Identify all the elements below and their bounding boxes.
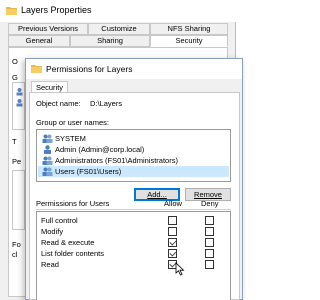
permission-name: Read	[41, 260, 59, 269]
list-item-system[interactable]: SYSTEM	[38, 133, 229, 144]
to-change-fragment: T	[12, 137, 17, 146]
permissions-table: Full control Modify Read & execute List …	[36, 211, 231, 300]
permissions-dialog: Permissions for Layers Security Object n…	[25, 58, 243, 300]
security-tab-panel: Object name: D:\Layers Group or user nam…	[29, 92, 240, 300]
dialog-title: Permissions for Layers	[46, 64, 133, 74]
permissions-dialog-titlebar[interactable]: Permissions for Layers	[26, 59, 242, 79]
user-group-icon	[42, 156, 53, 165]
divider	[36, 209, 231, 210]
layers-properties-titlebar[interactable]: Layers Properties	[0, 0, 236, 22]
permission-row-list-folder-contents: List folder contents	[37, 248, 230, 259]
permission-name: Full control	[41, 216, 78, 225]
permission-name: Modify	[41, 227, 64, 236]
group-or-user-list[interactable]: SYSTEM Admin (Admin@corp.local) Administ…	[36, 129, 231, 182]
deny-checkbox[interactable]	[205, 227, 214, 236]
tab-general[interactable]: General	[8, 35, 70, 47]
add-button-label: Add...	[147, 190, 167, 199]
permission-row-modify: Modify	[37, 226, 230, 237]
deny-checkbox[interactable]	[205, 238, 214, 247]
principal-name: Administrators (FS01\Administrators)	[55, 156, 178, 165]
group-label-fragment: G	[12, 73, 18, 82]
deny-checkbox[interactable]	[205, 260, 214, 269]
allow-header: Allow	[164, 199, 182, 208]
allow-checkbox[interactable]	[168, 238, 177, 247]
window-title: Layers Properties	[21, 5, 92, 15]
tab-nfs-sharing[interactable]: NFS Sharing	[150, 23, 228, 35]
deny-checkbox[interactable]	[205, 249, 214, 258]
permissions-for-label: Permissions for Users	[36, 199, 110, 208]
permission-row-read-execute: Read & execute	[37, 237, 230, 248]
user-group-icon	[42, 134, 53, 143]
tab-customize[interactable]: Customize	[88, 23, 150, 35]
user-group-icon	[16, 88, 23, 96]
list-item-users[interactable]: Users (FS01\Users)	[38, 166, 229, 177]
principal-name: Admin (Admin@corp.local)	[55, 145, 145, 154]
principal-name: Users (FS01\Users)	[55, 167, 122, 176]
allow-checkbox[interactable]	[168, 249, 177, 258]
object-label-fragment: O	[12, 57, 18, 66]
principal-name: SYSTEM	[55, 134, 86, 143]
permissions-list-fragment	[12, 170, 25, 230]
permission-row-read: Read	[37, 259, 230, 270]
allow-checkbox[interactable]	[168, 216, 177, 225]
list-item-admin[interactable]: Admin (Admin@corp.local)	[38, 144, 229, 155]
permission-name: Read & execute	[41, 238, 95, 247]
list-item-administrators[interactable]: Administrators (FS01\Administrators)	[38, 155, 229, 166]
object-name-value: D:\Layers	[90, 99, 123, 108]
remove-button-label: Remove	[194, 190, 222, 199]
mouse-pointer-icon	[175, 262, 185, 276]
tab-sharing[interactable]: Sharing	[70, 35, 150, 47]
user-icon	[16, 99, 23, 107]
folder-icon	[31, 65, 42, 73]
permissions-label-fragment: Pe	[12, 157, 22, 166]
object-name-label: Object name:	[36, 99, 81, 108]
permission-name: List folder contents	[41, 249, 104, 258]
group-or-user-names-label: Group or user names:	[36, 118, 109, 127]
deny-checkbox[interactable]	[205, 216, 214, 225]
group-list-fragment	[12, 82, 25, 130]
for-special-fragment: Fo	[12, 240, 21, 249]
folder-icon	[6, 7, 17, 15]
user-icon	[44, 145, 51, 154]
click-advanced-fragment: cl	[12, 250, 18, 259]
deny-header: Deny	[201, 199, 219, 208]
tab-security[interactable]: Security	[150, 35, 228, 47]
permission-row-full-control: Full control	[37, 215, 230, 226]
allow-checkbox[interactable]	[168, 227, 177, 236]
tab-previous-versions[interactable]: Previous Versions	[8, 23, 88, 35]
user-group-icon	[42, 167, 53, 176]
